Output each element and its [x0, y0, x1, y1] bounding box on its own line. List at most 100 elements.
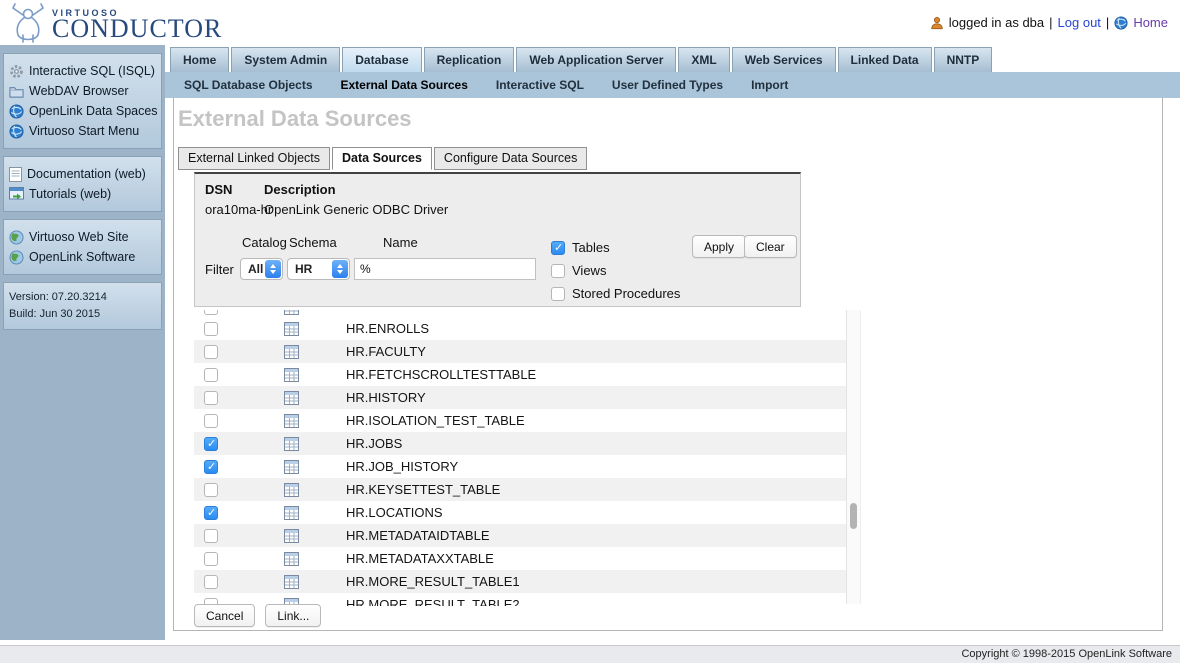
datasource-tab-external-linked-objects[interactable]: External Linked Objects — [178, 147, 330, 170]
object-name: HR.KEYSETTEST_TABLE — [346, 482, 500, 497]
tab-xml[interactable]: XML — [678, 47, 729, 72]
row-checkbox[interactable] — [204, 506, 218, 520]
globe-swirl-icon — [9, 124, 24, 139]
table-row: HR.KEYSETTEST_TABLE — [194, 478, 846, 501]
schema-select[interactable]: HR — [287, 258, 350, 280]
tab-home[interactable]: Home — [170, 47, 229, 72]
sidebar-item-documentation-web[interactable]: Documentation (web) — [9, 164, 156, 184]
filter-checkbox-row: Views — [551, 259, 680, 282]
scrollbar-thumb[interactable] — [850, 503, 857, 529]
home-link[interactable]: Home — [1133, 15, 1168, 30]
table-icon — [284, 310, 299, 315]
row-checkbox[interactable] — [204, 483, 218, 497]
object-name: HR.LOCATIONS — [346, 505, 443, 520]
row-checkbox[interactable] — [204, 414, 218, 428]
sidebar-info: Build: Jun 30 2015 — [9, 306, 156, 323]
views-checkbox[interactable] — [551, 264, 565, 278]
copyright-text: Copyright © 1998-2015 OpenLink Software — [961, 648, 1172, 660]
tab-linked-data[interactable]: Linked Data — [838, 47, 932, 72]
row-checkbox[interactable] — [204, 322, 218, 336]
filter-panel: DSN Description ora10ma-hr OpenLink Gene… — [194, 172, 801, 307]
sidebar-item-openlink-software[interactable]: OpenLink Software — [9, 247, 156, 267]
sidebar-item-webdav-browser[interactable]: WebDAV Browser — [9, 81, 156, 101]
checkbox-label: Views — [572, 263, 606, 278]
sidebar-item-openlink-data-spaces[interactable]: OpenLink Data Spaces — [9, 101, 156, 121]
object-name: HR.ISOLATION_TEST_TABLE — [346, 413, 525, 428]
row-checkbox[interactable] — [204, 552, 218, 566]
tutorial-icon — [9, 187, 24, 201]
tab-system-admin[interactable]: System Admin — [231, 47, 340, 72]
table-row: HR.LOCATIONS — [194, 501, 846, 524]
sidebar-item-interactive-sql-isql[interactable]: Interactive SQL (ISQL) — [9, 61, 156, 81]
sidebar-info-text: Version: 07.20.3214 — [9, 291, 107, 303]
row-checkbox[interactable] — [204, 310, 218, 315]
table-icon — [284, 529, 299, 543]
sidebar-group: Version: 07.20.3214 Build: Jun 30 2015 — [3, 282, 162, 330]
tables-checkbox[interactable] — [551, 241, 565, 255]
sidebar-group: Interactive SQL (ISQL)WebDAV BrowserOpen… — [3, 53, 162, 149]
tab-replication[interactable]: Replication — [424, 47, 515, 72]
dsn-header: DSN — [205, 182, 232, 197]
subtab-user-defined-types[interactable]: User Defined Types — [598, 72, 737, 98]
table-icon — [284, 391, 299, 405]
apply-button[interactable]: Apply — [692, 235, 746, 258]
row-checkbox[interactable] — [204, 391, 218, 405]
subtab-external-data-sources[interactable]: External Data Sources — [327, 72, 482, 98]
subtab-sql-database-objects[interactable]: SQL Database Objects — [170, 72, 327, 98]
tab-web-application-server[interactable]: Web Application Server — [516, 47, 676, 72]
table-row: HR.METADATAIDTABLE — [194, 524, 846, 547]
checkbox-label: Stored Procedures — [572, 286, 680, 301]
object-name: HR.JOBS — [346, 436, 402, 451]
sidebar-group: Documentation (web)Tutorials (web) — [3, 156, 162, 212]
panel-actions: Cancel Link... — [194, 604, 321, 627]
row-checkbox[interactable] — [204, 437, 218, 451]
scrollbar[interactable] — [846, 310, 861, 604]
clear-button[interactable]: Clear — [744, 235, 797, 258]
subtab-import[interactable]: Import — [737, 72, 802, 98]
datasource-tab-data-sources[interactable]: Data Sources — [332, 147, 432, 170]
object-name: HR.METADATAIDTABLE — [346, 528, 490, 543]
footer: Copyright © 1998-2015 OpenLink Software — [0, 645, 1180, 663]
catalog-label: Catalog — [242, 235, 287, 250]
object-list: HR.ENROLLSHR.FACULTYHR.FETCHSCROLLTESTTA… — [194, 310, 846, 606]
subtab-interactive-sql[interactable]: Interactive SQL — [482, 72, 598, 98]
globe-icon — [9, 230, 24, 245]
table-icon — [284, 483, 299, 497]
description-header: Description — [264, 182, 336, 197]
object-name: HR.HISTORY — [346, 390, 426, 405]
row-checkbox[interactable] — [204, 460, 218, 474]
home-globe-icon — [1114, 16, 1128, 30]
table-row: HR.ENROLLS — [194, 317, 846, 340]
datasource-tab-configure-data-sources[interactable]: Configure Data Sources — [434, 147, 587, 170]
logout-link[interactable]: Log out — [1058, 15, 1101, 30]
table-row: HR.METADATAXXTABLE — [194, 547, 846, 570]
cancel-button[interactable]: Cancel — [194, 604, 255, 627]
sidebar-item-virtuoso-start-menu[interactable]: Virtuoso Start Menu — [9, 121, 156, 141]
row-checkbox[interactable] — [204, 575, 218, 589]
table-row: HR.JOB_HISTORY — [194, 455, 846, 478]
app-logo[interactable]: VIRTUOSO CONDUCTOR — [6, 2, 222, 44]
table-icon — [284, 368, 299, 382]
object-name: HR.MORE_RESULT_TABLE1 — [346, 574, 520, 589]
tab-web-services[interactable]: Web Services — [732, 47, 836, 72]
object-name: HR.FACULTY — [346, 344, 426, 359]
dsn-value: ora10ma-hr — [205, 202, 272, 217]
catalog-select[interactable]: All — [240, 258, 283, 280]
tab-nntp[interactable]: NNTP — [934, 47, 993, 72]
row-checkbox[interactable] — [204, 345, 218, 359]
table-icon — [284, 506, 299, 520]
name-filter-input[interactable] — [354, 258, 536, 280]
table-icon — [284, 460, 299, 474]
link-button[interactable]: Link... — [265, 604, 321, 627]
sidebar-group: Virtuoso Web SiteOpenLink Software — [3, 219, 162, 275]
description-value: OpenLink Generic ODBC Driver — [264, 202, 448, 217]
row-checkbox[interactable] — [204, 368, 218, 382]
sidebar-item-virtuoso-web-site[interactable]: Virtuoso Web Site — [9, 227, 156, 247]
object-name: HR.METADATAXXTABLE — [346, 551, 494, 566]
sidebar-item-tutorials-web[interactable]: Tutorials (web) — [9, 184, 156, 204]
tab-database[interactable]: Database — [342, 47, 421, 72]
row-checkbox[interactable] — [204, 529, 218, 543]
sidebar-info-text: Build: Jun 30 2015 — [9, 308, 100, 320]
stored-procedures-checkbox[interactable] — [551, 287, 565, 301]
partial-row — [194, 310, 846, 317]
